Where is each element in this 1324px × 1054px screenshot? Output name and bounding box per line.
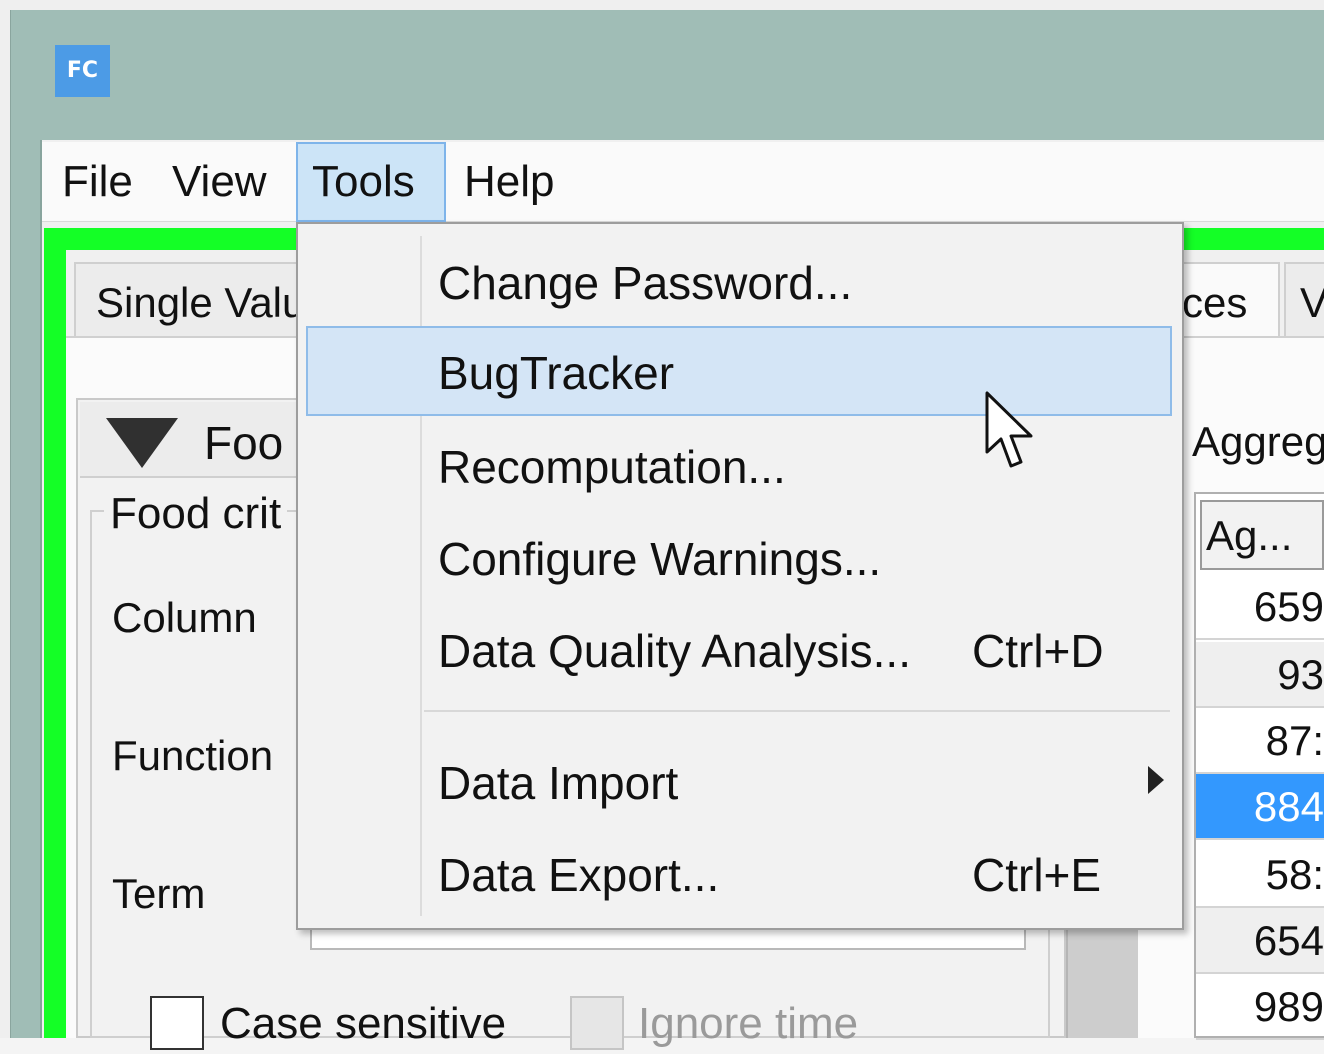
menu-item-label: Recomputation... — [438, 441, 786, 493]
ignore-time-label: Ignore time — [638, 999, 859, 1048]
submenu-arrow-icon — [1148, 766, 1164, 794]
menu-item-label: Change Password... — [438, 257, 853, 309]
column-label: Column — [112, 594, 257, 641]
collapsible-header-label: Foo — [204, 417, 284, 469]
table-row[interactable]: 659 — [1196, 574, 1324, 640]
mouse-cursor-icon — [985, 391, 1033, 468]
aggregation-label: Aggreg — [1192, 418, 1324, 465]
case-sensitive-checkbox[interactable] — [150, 996, 204, 1050]
table-row-selected[interactable]: 884 — [1196, 774, 1324, 840]
menu-item-bugtracker[interactable] — [306, 326, 1172, 416]
ignore-time-checkbox[interactable] — [570, 996, 624, 1050]
table-row[interactable]: 87: — [1196, 708, 1324, 774]
table-row[interactable]: 93 — [1196, 642, 1324, 708]
menu-item-label: Configure Warnings... — [438, 533, 882, 585]
table-row[interactable]: 989 — [1196, 974, 1324, 1040]
term-label: Term — [112, 870, 206, 917]
menu-item-shortcut: Ctrl+E — [972, 849, 1102, 901]
table-row[interactable]: 654 — [1196, 908, 1324, 974]
menu-item-label: Data Import — [438, 757, 679, 809]
menu-item-data-import[interactable] — [306, 738, 1172, 828]
function-label: Function — [112, 732, 274, 779]
group-title: Food crit — [104, 484, 288, 544]
app-icon[interactable]: FC — [55, 45, 110, 97]
menu-file[interactable]: File — [54, 142, 141, 222]
tab-single-value[interactable]: Single Valu — [74, 262, 314, 338]
table-row[interactable]: 58: — [1196, 842, 1324, 908]
column-header[interactable]: Ag... — [1200, 500, 1324, 570]
menu-item-label: Data Export... — [438, 849, 720, 901]
menu-tools[interactable]: Tools — [296, 142, 446, 222]
menu-separator — [424, 710, 1170, 712]
menu-help[interactable]: Help — [456, 142, 563, 222]
menu-item-label: BugTracker — [438, 347, 675, 399]
menu-bar: File View Tools Help — [42, 142, 1324, 222]
tab-v[interactable]: V — [1284, 262, 1324, 338]
menu-view[interactable]: View — [164, 142, 275, 222]
case-sensitive-label: Case sensitive — [220, 999, 507, 1048]
collapse-triangle-icon[interactable] — [106, 418, 178, 468]
menu-item-shortcut: Ctrl+D — [972, 625, 1104, 677]
menu-item-label: Data Quality Analysis... — [438, 625, 911, 677]
